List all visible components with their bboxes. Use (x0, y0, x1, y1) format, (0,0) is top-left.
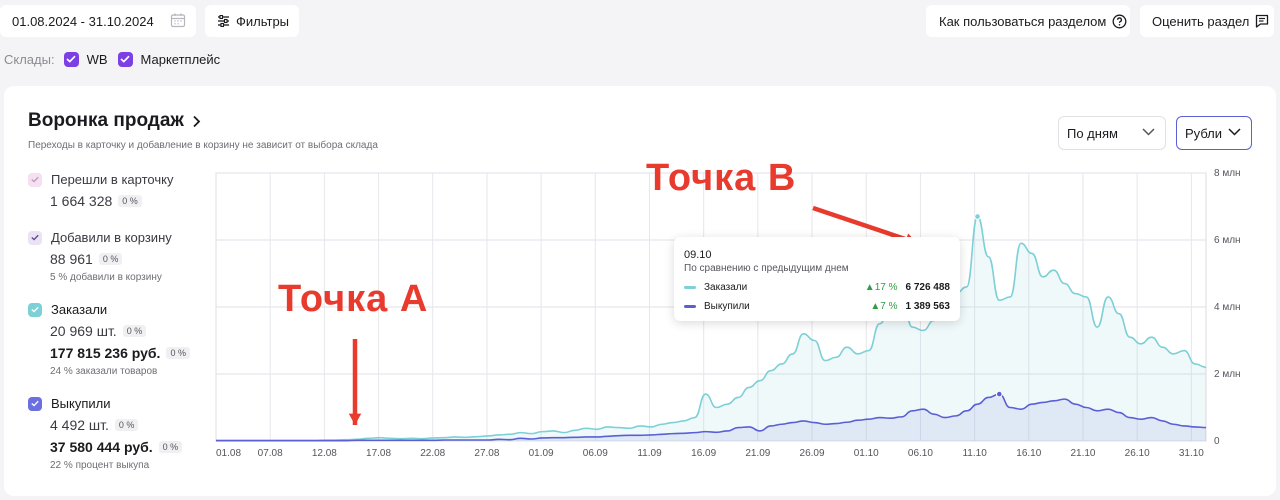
sales-funnel-chart[interactable]: 0 2 млн 4 млн 6 млн 8 млн 01.08 07.08 12.08 17.0… (0, 0, 1280, 500)
x-tick-label: 11.10 (962, 448, 987, 459)
chart-tooltip: 09.10 По сравнению с предыдущим днем Зак… (674, 237, 960, 321)
x-tick-label: 26.10 (1125, 448, 1150, 459)
x-tick-label: 22.08 (420, 448, 445, 459)
x-tick-label: 12.08 (312, 448, 337, 459)
x-tick-label: 31.10 (1179, 448, 1204, 459)
x-tick-label: 01.08 (216, 448, 241, 459)
y-tick-label: 0 (1214, 436, 1220, 447)
tooltip-series-name: Выкупили (704, 300, 750, 312)
tooltip-series-name: Заказали (704, 281, 748, 293)
x-tick-label: 06.09 (583, 448, 608, 459)
x-tick-label: 16.09 (691, 448, 716, 459)
tooltip-value: 1 389 563 (905, 300, 951, 312)
x-tick-label: 21.10 (1070, 448, 1095, 459)
y-tick-label: 4 млн (1214, 302, 1241, 313)
y-tick-label: 6 млн (1214, 235, 1241, 246)
tooltip-row-bought: Выкупили ▲7 % 1 389 563 (684, 299, 950, 313)
series-point-marker (995, 390, 1003, 398)
x-tick-label: 27.08 (474, 448, 499, 459)
annotation-point-a: Точка А (278, 278, 429, 320)
x-tick-label: 16.10 (1016, 448, 1041, 459)
x-tick-label: 21.09 (745, 448, 770, 459)
y-tick-label: 2 млн (1214, 369, 1241, 380)
x-tick-label: 07.08 (258, 448, 283, 459)
tooltip-compare-text: По сравнению с предыдущим днем (684, 263, 849, 274)
tooltip-row-ordered: Заказали ▲17 % 6 726 488 (684, 280, 950, 294)
y-tick-label: 8 млн (1214, 168, 1241, 179)
tooltip-date: 09.10 (684, 249, 712, 261)
arrow-point-a-head (348, 413, 362, 425)
x-tick-label: 17.08 (366, 448, 391, 459)
series-point-marker (974, 213, 981, 220)
x-tick-label: 01.10 (854, 448, 879, 459)
x-tick-label: 01.09 (529, 448, 554, 459)
tooltip-change: ▲17 % (864, 281, 898, 293)
tooltip-change: ▲7 % (870, 300, 898, 312)
tooltip-value: 6 726 488 (905, 281, 951, 293)
series-swatch (684, 304, 696, 308)
series-swatch (684, 285, 696, 289)
x-tick-label: 26.09 (800, 448, 825, 459)
x-tick-label: 11.09 (637, 448, 662, 459)
x-tick-label: 06.10 (908, 448, 933, 459)
annotation-point-b: Точка B (646, 157, 797, 199)
